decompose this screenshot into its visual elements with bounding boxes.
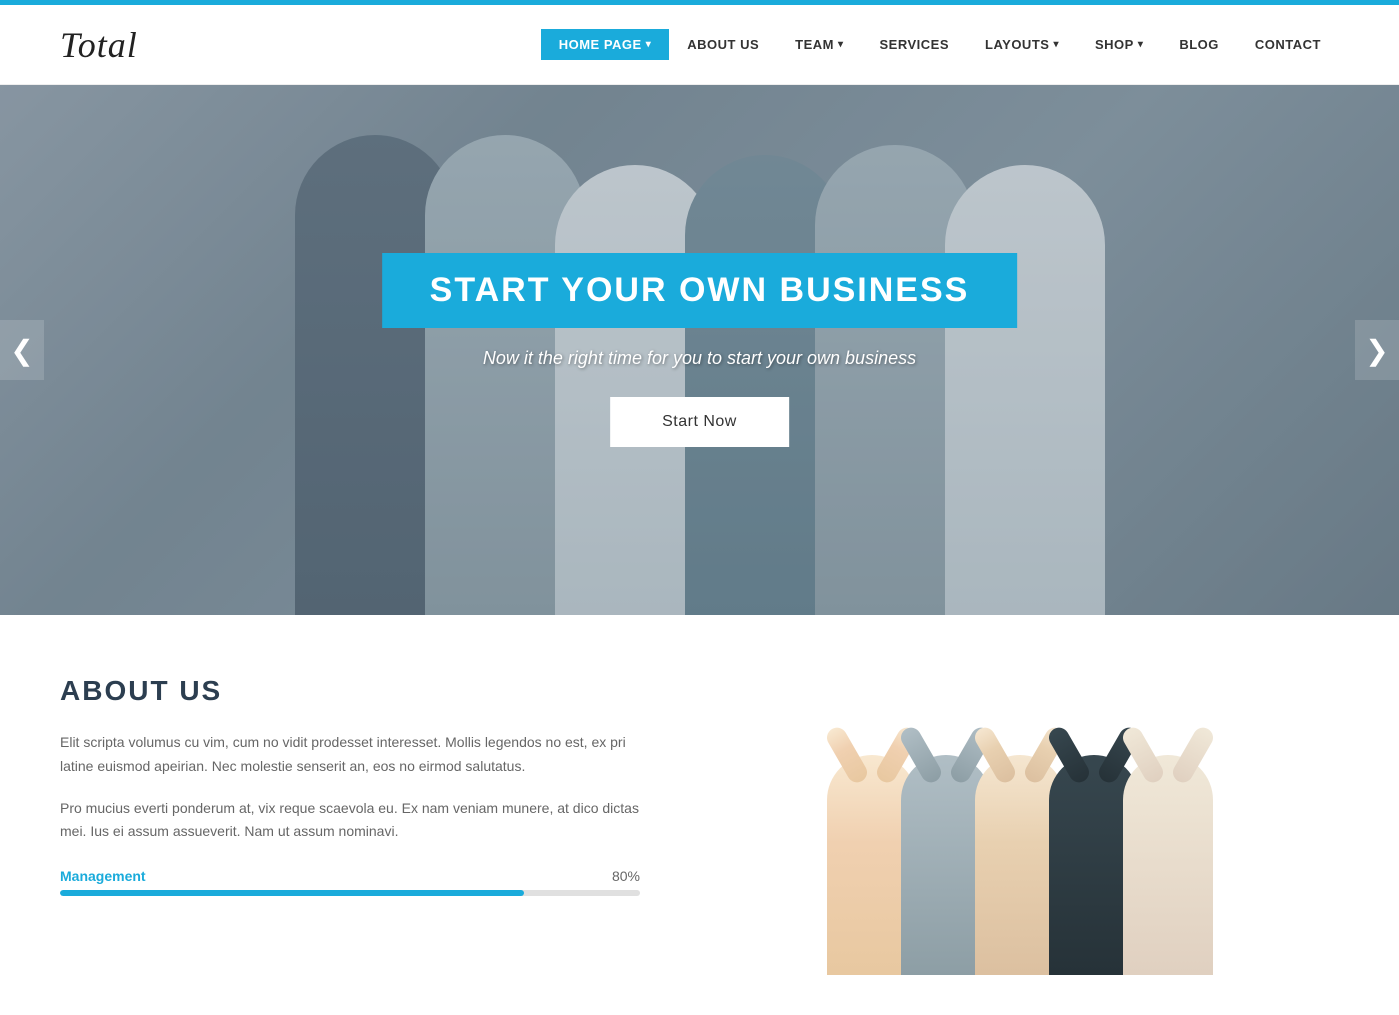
celebration-image: [810, 675, 1230, 975]
skill-row: Management 80%: [60, 868, 640, 884]
main-navigation: HOME PAGE ▾ ABOUT US TEAM ▾ SERVICES LAY…: [541, 29, 1339, 60]
hero-content: START YOUR OWN BUSINESS Now it the right…: [382, 253, 1018, 447]
chevron-left-icon: ❮: [10, 334, 33, 367]
nav-item-blog[interactable]: BLOG: [1161, 29, 1237, 60]
chevron-down-icon: ▾: [1053, 39, 1059, 50]
cel-person-5: [1123, 755, 1213, 975]
slider-next-button[interactable]: ❯: [1355, 320, 1399, 380]
site-header: Total HOME PAGE ▾ ABOUT US TEAM ▾ SERVIC…: [0, 5, 1399, 85]
skill-bar-background: [60, 890, 640, 896]
slider-prev-button[interactable]: ❮: [0, 320, 44, 380]
about-section: ABOUT US Elit scripta volumus cu vim, cu…: [0, 615, 1399, 1015]
nav-item-about-us[interactable]: ABOUT US: [669, 29, 777, 60]
hero-slider: START YOUR OWN BUSINESS Now it the right…: [0, 85, 1399, 615]
skill-label: Management: [60, 868, 146, 884]
about-paragraph-2: Pro mucius everti ponderum at, vix reque…: [60, 797, 640, 845]
chevron-right-icon: ❯: [1365, 334, 1388, 367]
nav-item-team[interactable]: TEAM ▾: [777, 29, 861, 60]
about-title: ABOUT US: [60, 675, 640, 707]
skill-percent-label: 80%: [612, 868, 640, 884]
hero-title-box: START YOUR OWN BUSINESS: [382, 253, 1018, 328]
hero-title: START YOUR OWN BUSINESS: [430, 271, 970, 310]
about-left-column: ABOUT US Elit scripta volumus cu vim, cu…: [60, 675, 640, 896]
hero-subtitle: Now it the right time for you to start y…: [382, 348, 1018, 369]
chevron-down-icon: ▾: [1138, 39, 1144, 50]
nav-item-shop[interactable]: SHOP ▾: [1077, 29, 1161, 60]
about-paragraph-1: Elit scripta volumus cu vim, cum no vidi…: [60, 731, 640, 779]
nav-item-services[interactable]: SERVICES: [862, 29, 968, 60]
site-logo[interactable]: Total: [60, 24, 138, 66]
nav-item-contact[interactable]: CONTACT: [1237, 29, 1339, 60]
skill-bar-fill: [60, 890, 524, 896]
nav-item-home-page[interactable]: HOME PAGE ▾: [541, 29, 670, 60]
about-right-column: [700, 675, 1339, 975]
nav-item-layouts[interactable]: LAYOUTS ▾: [967, 29, 1077, 60]
chevron-down-icon: ▾: [838, 39, 844, 50]
start-now-button[interactable]: Start Now: [610, 397, 789, 447]
chevron-down-icon: ▾: [646, 39, 652, 50]
